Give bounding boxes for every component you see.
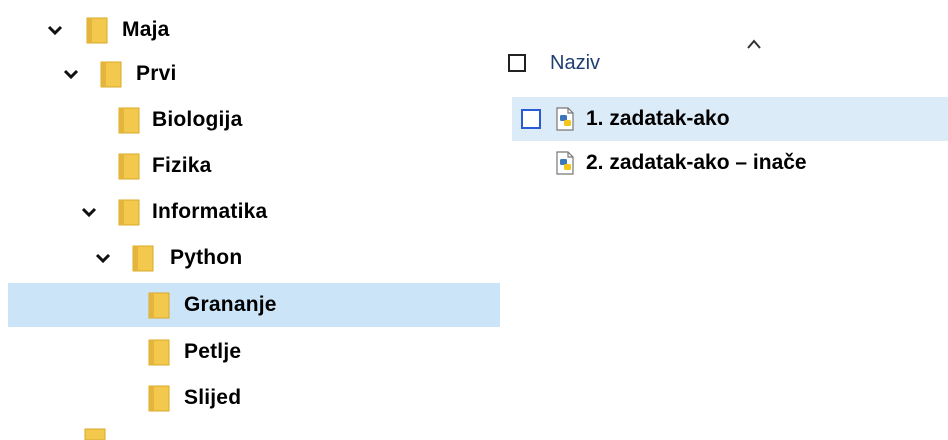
file-name: 2. zadatak-ako – inače	[586, 151, 807, 174]
tree-item-label: Slijed	[184, 386, 242, 409]
folder-tree: Maja Prvi Biologija Fizika Informatika P…	[0, 0, 500, 440]
folder-icon	[118, 199, 140, 226]
chevron-down-icon[interactable]	[78, 201, 100, 223]
tree-item-label: Informatika	[152, 200, 268, 223]
file-row[interactable]: 1. zadatak-ako	[512, 97, 948, 141]
folder-icon	[132, 245, 154, 272]
tree-item-fizika[interactable]: Fizika	[0, 144, 500, 188]
file-row[interactable]: 2. zadatak-ako – inače	[512, 141, 948, 185]
tree-item-label: Prvi	[136, 62, 177, 85]
tree-item-label: Fizika	[152, 154, 212, 177]
tree-item-label: Biologija	[152, 108, 243, 131]
python-file-icon	[556, 151, 574, 175]
tree-item-biologija[interactable]: Biologija	[0, 98, 500, 142]
select-all-checkbox[interactable]	[508, 54, 526, 72]
sort-ascending-icon[interactable]	[746, 38, 762, 50]
chevron-down-icon[interactable]	[60, 63, 82, 85]
tree-item-label: Grananje	[184, 293, 277, 316]
folder-icon	[100, 61, 122, 88]
tree-item-grananje[interactable]: Grananje	[8, 283, 500, 327]
tree-item-python[interactable]: Python	[0, 236, 500, 280]
folder-icon	[118, 107, 140, 134]
tree-item-prvi[interactable]: Prvi	[0, 52, 500, 96]
column-header-name[interactable]: Naziv	[550, 52, 600, 75]
tree-item-label: Maja	[122, 18, 170, 41]
folder-icon	[148, 292, 170, 319]
tree-item-informatika[interactable]: Informatika	[0, 190, 500, 234]
folder-icon	[148, 385, 170, 412]
folder-icon	[84, 428, 106, 440]
tree-item-maja[interactable]: Maja	[0, 8, 500, 52]
folder-icon	[148, 339, 170, 366]
file-checkbox[interactable]	[521, 109, 541, 129]
tree-item-label: Python	[170, 246, 243, 269]
python-file-icon	[556, 107, 574, 131]
file-name: 1. zadatak-ako	[586, 107, 730, 130]
file-list-pane: Naziv 1. zadatak-ako 2. zadatak-ako – in…	[500, 0, 948, 437]
chevron-down-icon[interactable]	[44, 19, 66, 41]
tree-item-label: Petlje	[184, 340, 242, 363]
tree-item-slijed[interactable]: Slijed	[0, 376, 500, 420]
tree-item-petlje[interactable]: Petlje	[0, 330, 500, 374]
folder-icon	[86, 17, 108, 44]
chevron-down-icon[interactable]	[92, 247, 114, 269]
folder-icon	[118, 153, 140, 180]
